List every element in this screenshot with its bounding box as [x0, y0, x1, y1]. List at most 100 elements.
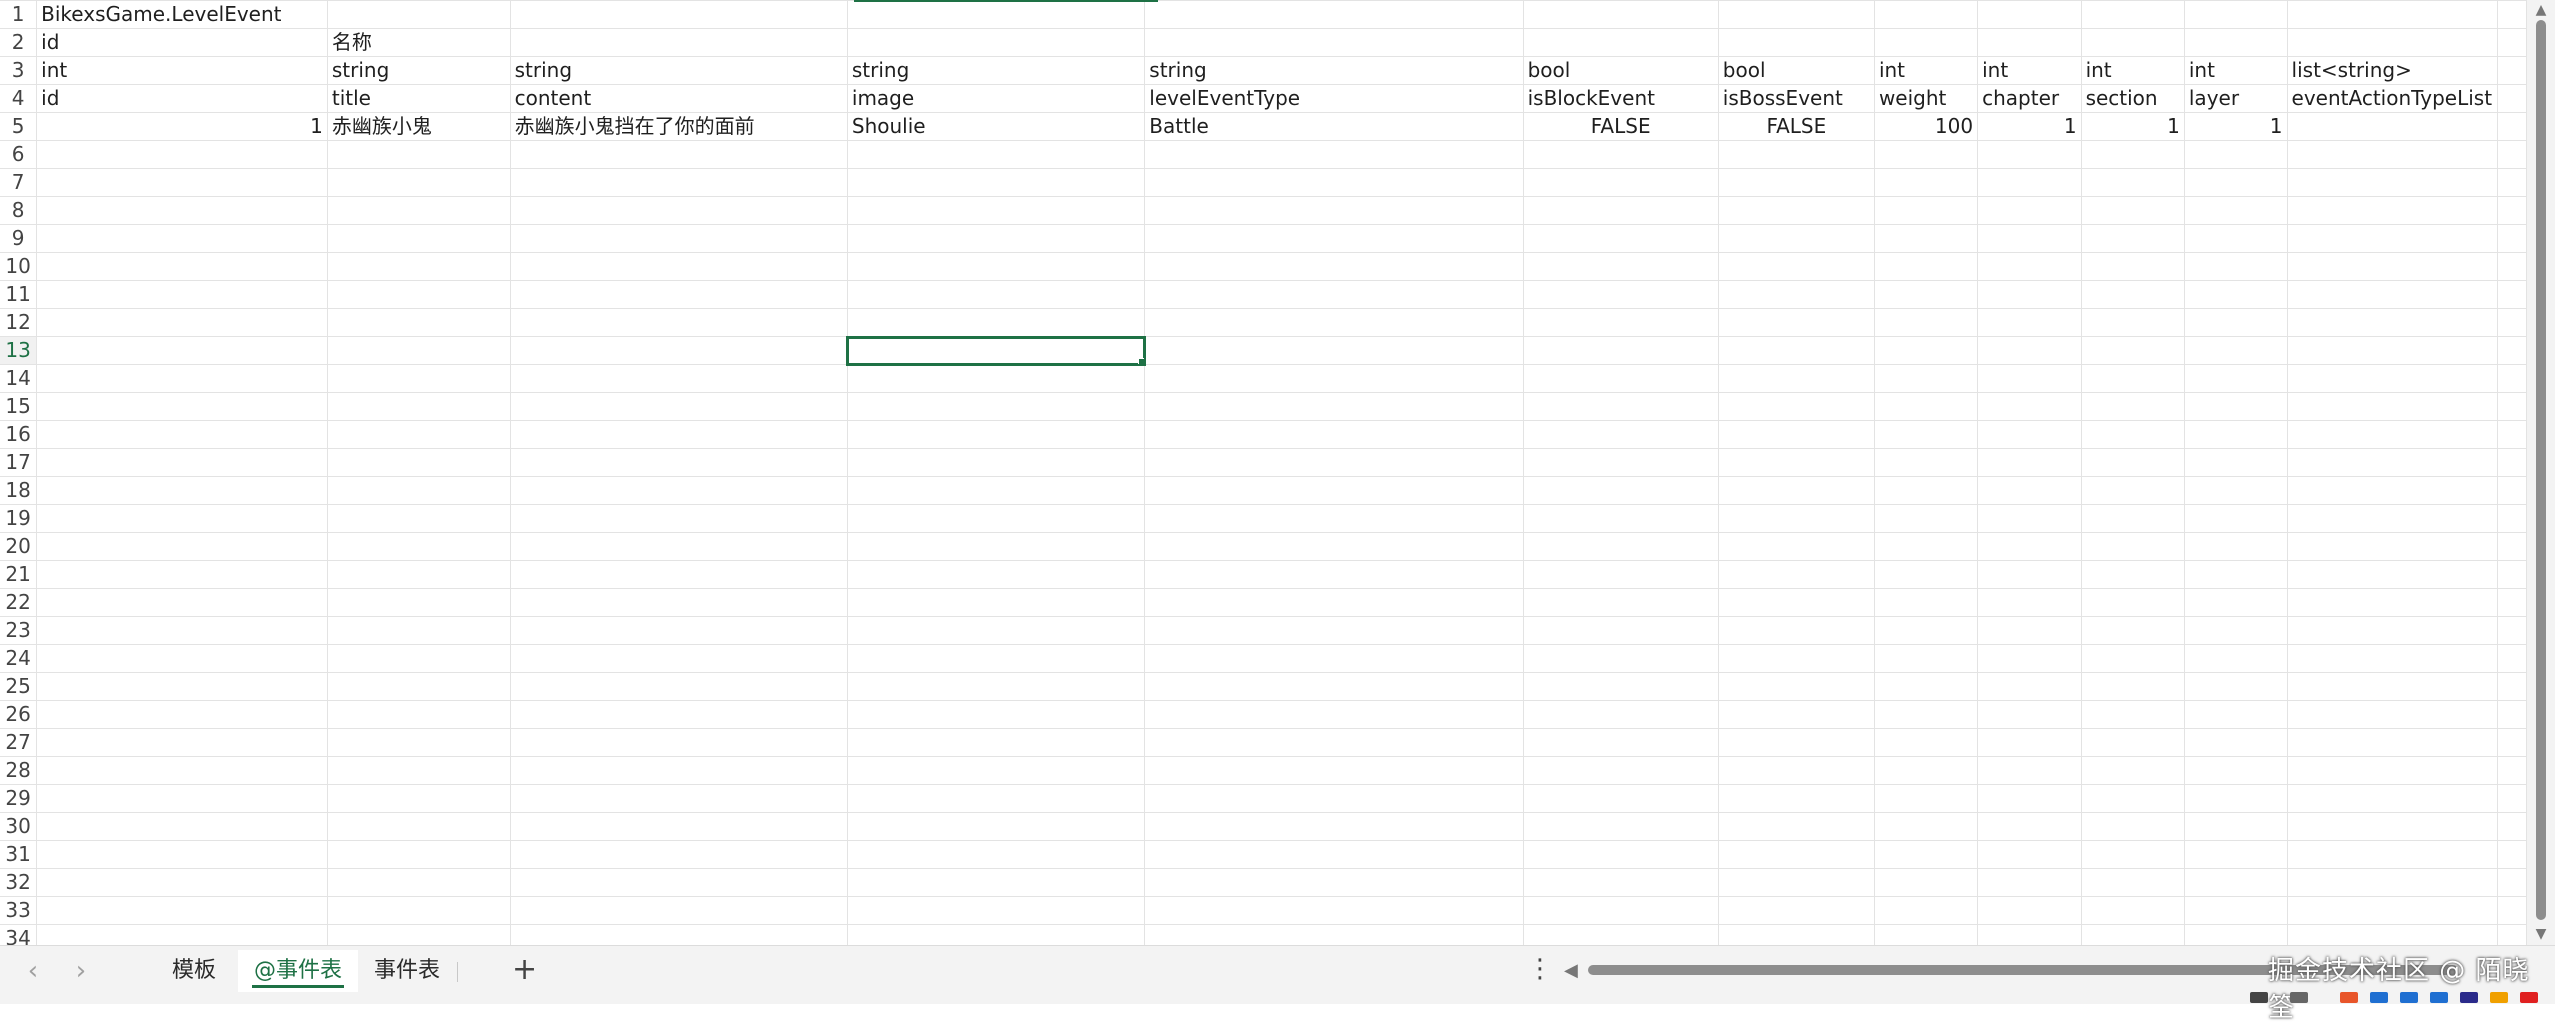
cell[interactable] — [2183, 392, 2288, 421]
cell[interactable]: 1 — [2080, 112, 2185, 141]
cell[interactable] — [1977, 896, 2082, 925]
cell[interactable] — [2286, 252, 2498, 281]
cell[interactable] — [2496, 476, 2527, 505]
cell[interactable] — [2080, 532, 2185, 561]
cell[interactable] — [36, 616, 328, 645]
cell[interactable] — [1144, 140, 1524, 169]
cell[interactable] — [2183, 532, 2288, 561]
cell[interactable] — [2496, 56, 2527, 85]
cell[interactable] — [326, 392, 511, 421]
cell[interactable] — [326, 840, 511, 869]
cell[interactable] — [1717, 728, 1875, 757]
cell[interactable] — [1977, 924, 2082, 945]
cell[interactable] — [1144, 252, 1524, 281]
cell[interactable]: eventActionTypeList — [2286, 84, 2498, 113]
cell[interactable] — [2080, 588, 2185, 617]
cell[interactable] — [2080, 504, 2185, 533]
row-header[interactable]: 33 — [0, 896, 38, 925]
cell[interactable] — [1717, 252, 1875, 281]
cell[interactable] — [509, 616, 848, 645]
row-header[interactable]: 28 — [0, 756, 38, 785]
cell[interactable] — [1717, 280, 1875, 309]
cell[interactable]: int — [2183, 56, 2288, 85]
cell[interactable] — [2183, 868, 2288, 897]
cell[interactable] — [1873, 896, 1979, 925]
cell[interactable] — [509, 252, 848, 281]
cell[interactable] — [1144, 840, 1524, 869]
cell[interactable] — [36, 476, 328, 505]
cell[interactable] — [36, 784, 328, 813]
cell[interactable] — [2286, 224, 2498, 253]
cell[interactable] — [1717, 784, 1875, 813]
cell[interactable] — [1144, 196, 1524, 225]
cell[interactable] — [2496, 728, 2527, 757]
cell[interactable] — [2183, 728, 2288, 757]
cell[interactable] — [2286, 616, 2498, 645]
tab-event-table-active[interactable]: @事件表 — [238, 950, 359, 992]
cell[interactable] — [326, 644, 511, 673]
cell[interactable] — [326, 448, 511, 477]
cell[interactable] — [326, 896, 511, 925]
cell[interactable] — [1873, 700, 1979, 729]
cell[interactable]: int — [36, 56, 328, 85]
cell[interactable] — [1873, 924, 1979, 945]
cell[interactable] — [2080, 364, 2185, 393]
cell[interactable] — [326, 224, 511, 253]
cell[interactable] — [509, 840, 848, 869]
cell[interactable] — [1717, 616, 1875, 645]
cell[interactable] — [1717, 644, 1875, 673]
plus-icon[interactable]: + — [512, 952, 537, 987]
cell[interactable] — [2183, 0, 2288, 29]
cell[interactable]: 100 — [1873, 112, 1979, 141]
cell[interactable] — [509, 924, 848, 945]
cell[interactable] — [2080, 644, 2185, 673]
cell[interactable] — [846, 672, 1146, 701]
cell[interactable] — [1144, 812, 1524, 841]
cell[interactable] — [1717, 168, 1875, 197]
cell[interactable] — [2496, 0, 2527, 29]
cell[interactable] — [36, 504, 328, 533]
cell[interactable] — [2080, 924, 2185, 945]
cell[interactable] — [509, 896, 848, 925]
cell[interactable] — [2286, 924, 2498, 945]
cell[interactable] — [509, 420, 848, 449]
cell[interactable] — [2286, 644, 2498, 673]
cell[interactable] — [2286, 672, 2498, 701]
cell[interactable] — [326, 532, 511, 561]
cell[interactable] — [1522, 756, 1719, 785]
cell[interactable] — [326, 0, 511, 29]
cell[interactable] — [2286, 420, 2498, 449]
cell[interactable] — [1717, 504, 1875, 533]
cell[interactable] — [36, 924, 328, 945]
cell[interactable] — [2183, 280, 2288, 309]
cell[interactable] — [1144, 616, 1524, 645]
cell[interactable] — [36, 252, 328, 281]
cell[interactable] — [326, 476, 511, 505]
cell[interactable] — [36, 756, 328, 785]
cell[interactable] — [1717, 392, 1875, 421]
cell[interactable] — [2183, 448, 2288, 477]
cell[interactable] — [1717, 336, 1875, 365]
cell[interactable]: string — [846, 56, 1146, 85]
cell[interactable] — [2496, 868, 2527, 897]
cell[interactable] — [326, 308, 511, 337]
cell[interactable] — [1522, 868, 1719, 897]
cell[interactable] — [1522, 728, 1719, 757]
cell[interactable] — [36, 392, 328, 421]
cell[interactable] — [846, 560, 1146, 589]
cell[interactable] — [2286, 448, 2498, 477]
cell[interactable] — [1873, 476, 1979, 505]
cell[interactable] — [1522, 644, 1719, 673]
cell[interactable]: string — [326, 56, 511, 85]
cell[interactable] — [509, 728, 848, 757]
cell[interactable] — [1717, 196, 1875, 225]
cell[interactable] — [1977, 588, 2082, 617]
cell[interactable] — [2286, 700, 2498, 729]
cell[interactable] — [2496, 896, 2527, 925]
cell[interactable] — [1522, 476, 1719, 505]
cell[interactable] — [2080, 336, 2185, 365]
cell[interactable] — [2496, 532, 2527, 561]
cell[interactable] — [1717, 224, 1875, 253]
cell[interactable] — [1977, 756, 2082, 785]
cell[interactable] — [2286, 196, 2498, 225]
